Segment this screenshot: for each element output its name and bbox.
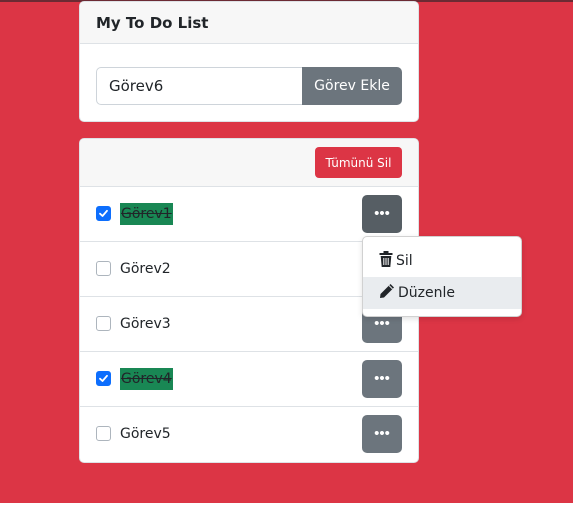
checkmark-icon (99, 209, 108, 217)
task-more-button[interactable]: ••• (362, 195, 402, 233)
task-row: Görev1 ••• (80, 187, 418, 242)
task-checkbox[interactable] (96, 371, 111, 386)
page-title: My To Do List (96, 14, 209, 32)
edit-task-label: Düzenle (398, 285, 455, 301)
add-task-card-header: My To Do List (80, 2, 418, 44)
delete-task-label: Sil (396, 253, 413, 269)
task-label: Görev1 (120, 203, 173, 225)
checkmark-icon (99, 374, 108, 382)
task-list-card-header: Tümünü Sil (80, 139, 418, 187)
task-checkbox[interactable] (96, 206, 111, 221)
pencil-icon (380, 284, 394, 298)
task-label: Görev4 (120, 368, 173, 390)
task-more-button[interactable]: ••• (362, 360, 402, 398)
trash-icon (379, 251, 393, 267)
edit-task-menu-item[interactable]: Düzenle (363, 277, 521, 309)
add-task-button[interactable]: Görev Ekle (302, 67, 402, 105)
task-more-button[interactable]: ••• (362, 415, 402, 453)
task-row: Görev5 ••• (80, 407, 418, 462)
task-input[interactable] (96, 67, 303, 105)
task-checkbox[interactable] (96, 261, 111, 276)
delete-task-menu-item[interactable]: Sil (363, 245, 521, 277)
add-task-card: My To Do List Görev Ekle (79, 1, 419, 122)
task-label: Görev2 (120, 261, 171, 277)
task-actions-dropdown: Sil Düzenle (362, 236, 522, 317)
task-checkbox[interactable] (96, 426, 111, 441)
add-task-input-group: Görev Ekle (96, 67, 402, 105)
task-label: Görev5 (120, 426, 171, 442)
clear-all-button[interactable]: Tümünü Sil (315, 147, 402, 178)
task-row: Görev4 ••• (80, 352, 418, 407)
task-checkbox[interactable] (96, 316, 111, 331)
task-label: Görev3 (120, 316, 171, 332)
